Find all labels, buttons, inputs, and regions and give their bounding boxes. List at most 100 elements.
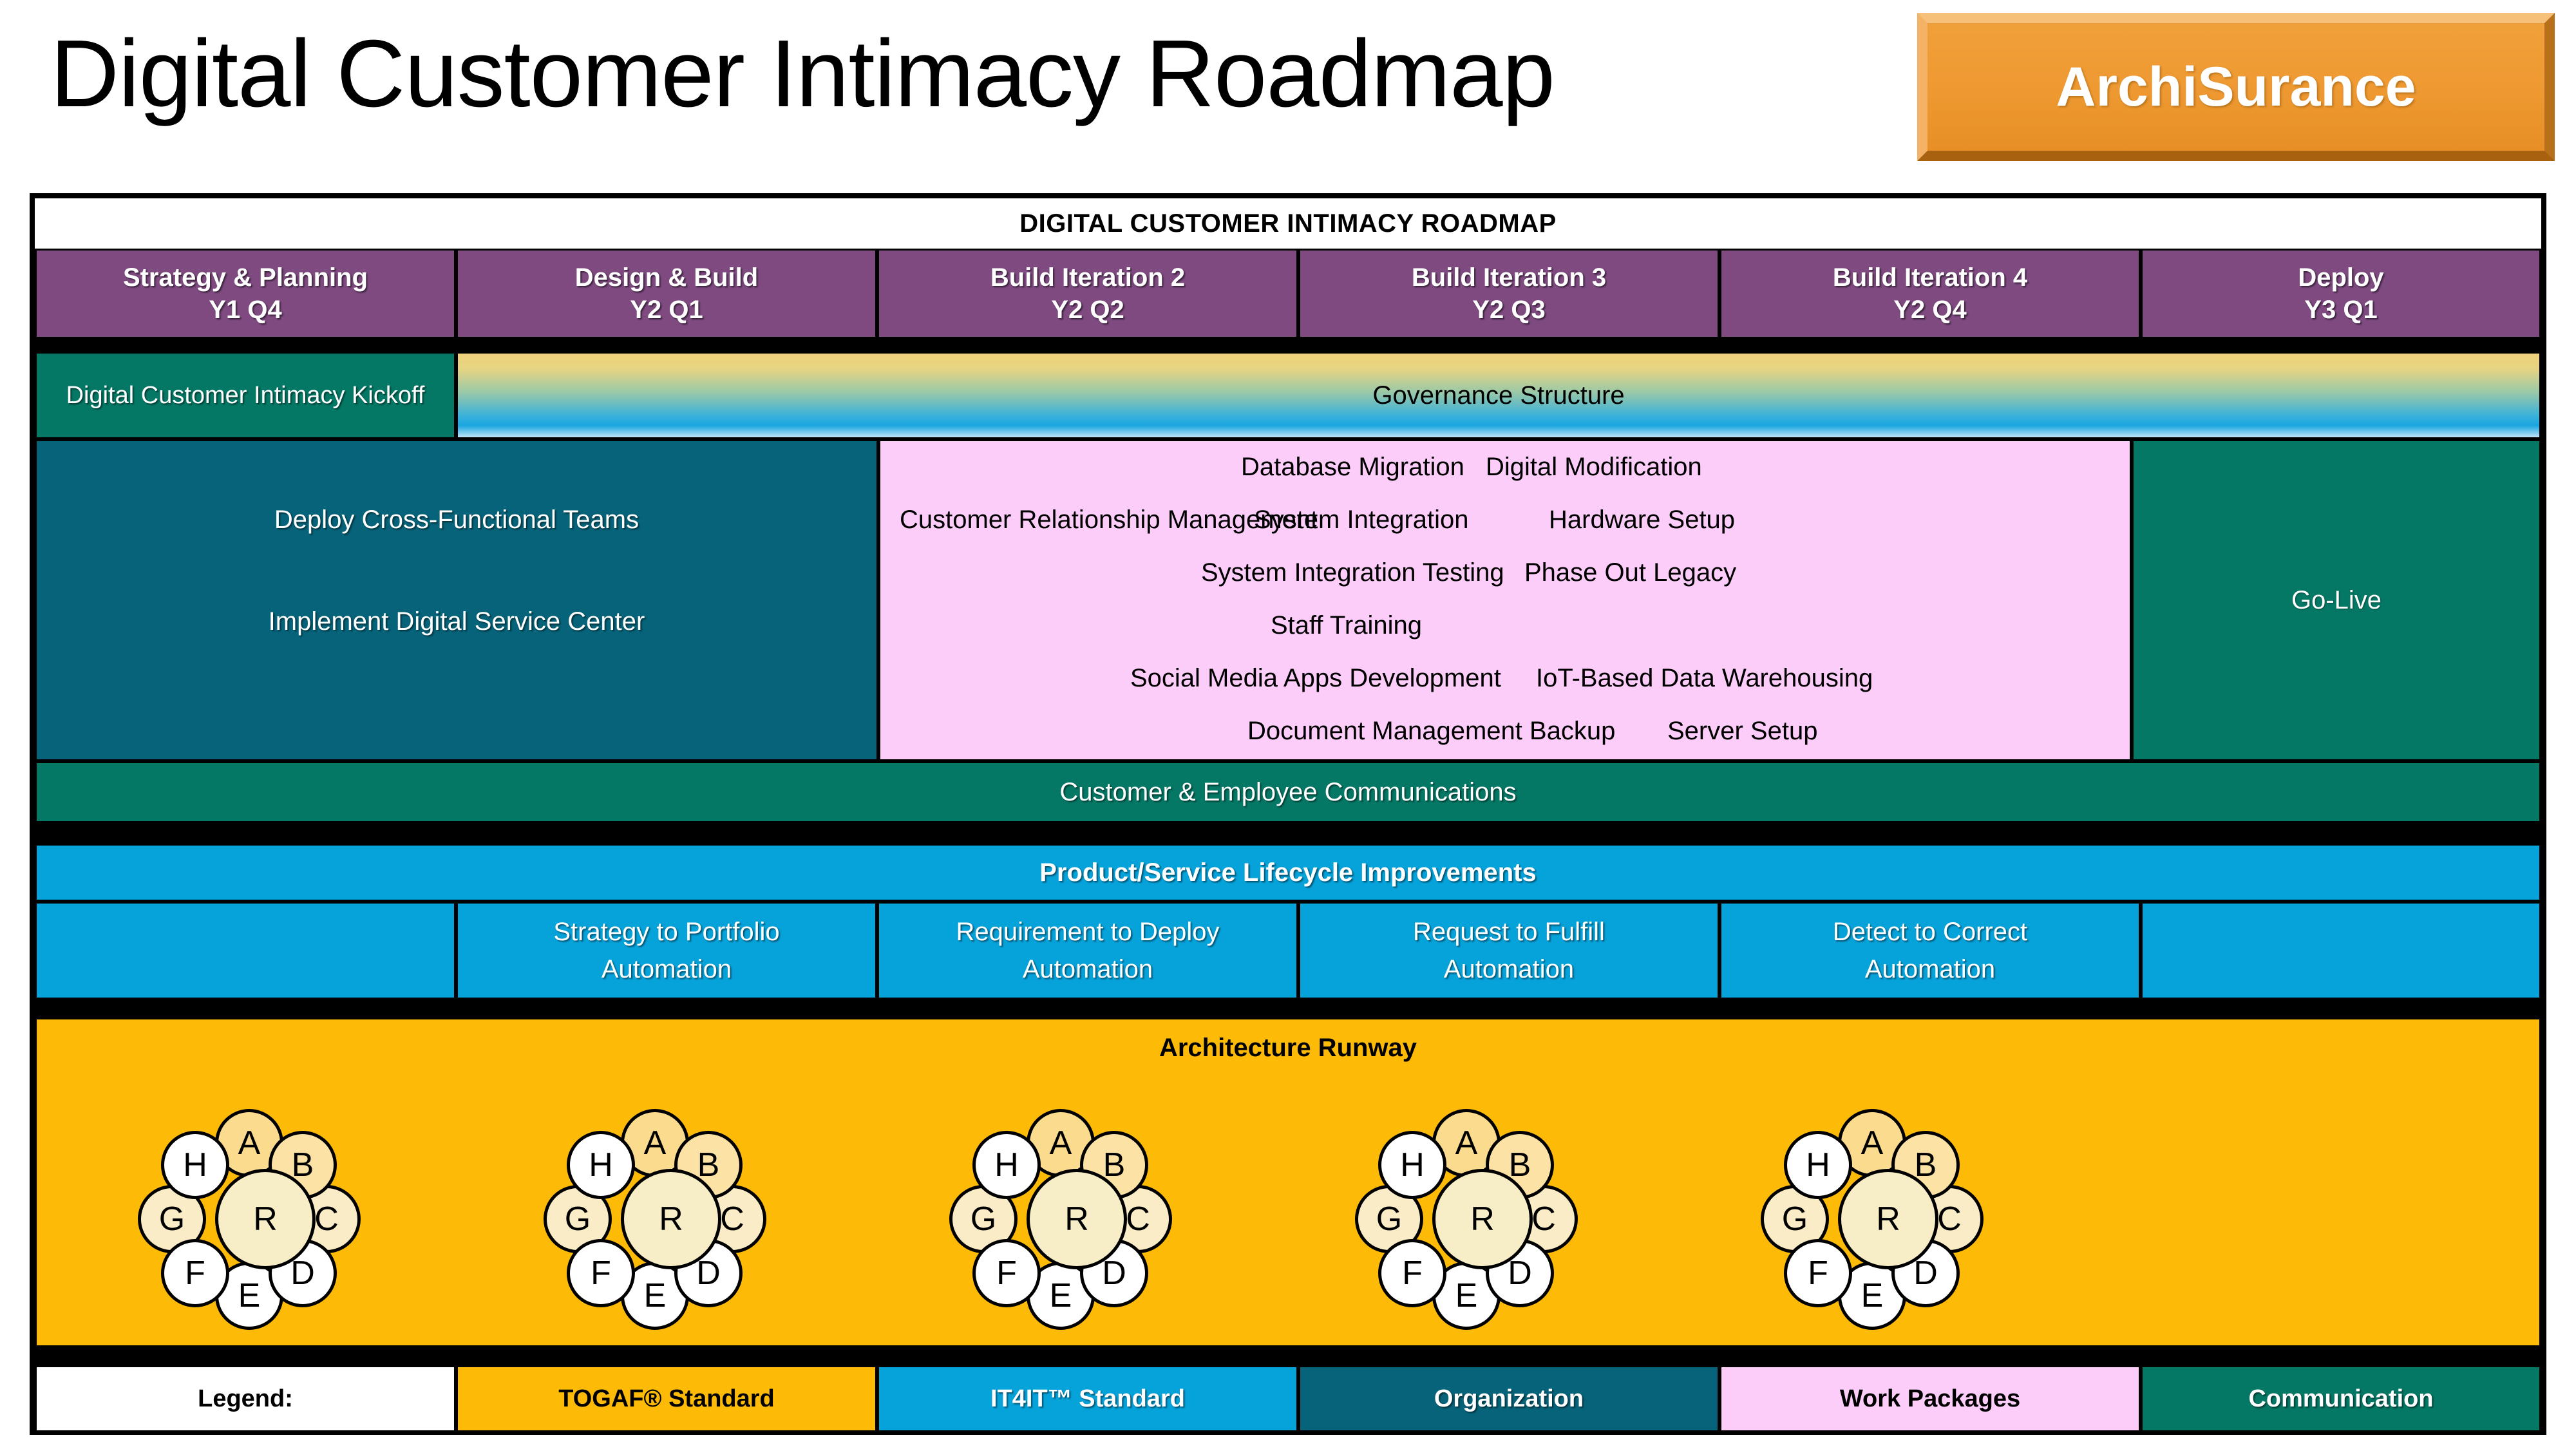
delivery-row: Deploy Cross-Functional Teams Implement … <box>35 439 2541 761</box>
roadmap-frame: DIGITAL CUSTOMER INTIMACY ROADMAP Strate… <box>30 193 2546 1435</box>
adm-cycle-5[interactable]: ABCDEFGHR <box>1761 1109 1994 1330</box>
adm-node-f[interactable]: F <box>972 1239 1041 1307</box>
it4it-cell-line1: Request to Fulfill <box>1413 918 1605 946</box>
divider-strip-4 <box>35 1347 2541 1365</box>
divider-strip-1 <box>35 339 2541 352</box>
divider-strip-3 <box>35 999 2541 1018</box>
work-packages-block[interactable]: Database Migration Digital Modification Cu… <box>878 439 2132 761</box>
it4it-cell-3[interactable]: Requirement to Deploy Automation <box>877 902 1298 999</box>
page-title: Digital Customer Intimacy Roadmap <box>50 21 1555 127</box>
organization-item-1: Deploy Cross-Functional Teams <box>274 506 639 534</box>
adm-node-f[interactable]: F <box>1378 1239 1446 1307</box>
adm-cycle-2[interactable]: ABCDEFGHR <box>544 1109 777 1330</box>
it4it-cell-line2: Automation <box>1864 955 1996 983</box>
legend-item-label: Communication <box>2248 1385 2434 1412</box>
work-package-item[interactable]: Phase Out Legacy <box>1524 558 1736 587</box>
adm-node-r[interactable]: R <box>1027 1169 1127 1269</box>
phase-name: Build Iteration 3 <box>1411 263 1607 292</box>
work-package-item[interactable]: Document Management Backup <box>1247 717 1615 746</box>
archisurance-logo: ArchiSurance <box>1917 13 2555 161</box>
work-package-item[interactable]: System Integration Testing <box>1201 558 1504 587</box>
legend-item-5[interactable]: Work Packages <box>1719 1365 2141 1432</box>
legend-item-label: Legend: <box>198 1385 293 1412</box>
it4it-row: Strategy to Portfolio Automation Requireme… <box>35 902 2541 999</box>
work-package-item[interactable]: IoT-Based Data Warehousing <box>1536 664 1873 693</box>
it4it-cell-line2: Automation <box>1443 955 1575 983</box>
adm-node-f[interactable]: F <box>1784 1239 1852 1307</box>
it4it-cell-1[interactable] <box>35 902 456 999</box>
it4it-cell-4[interactable]: Request to Fulfill Automation <box>1298 902 1719 999</box>
phase-cell-5[interactable]: Build Iteration 4 Y2 Q4 <box>1719 249 2141 339</box>
adm-cycle-4[interactable]: ABCDEFGHR <box>1355 1109 1589 1330</box>
phase-cell-4[interactable]: Build Iteration 3 Y2 Q3 <box>1298 249 1719 339</box>
legend-item-label: TOGAF® Standard <box>558 1385 775 1412</box>
work-package-item[interactable]: Hardware Setup <box>1549 506 1735 535</box>
adm-cycle-1[interactable]: ABCDEFGHR <box>138 1109 372 1330</box>
organization-item-2: Implement Digital Service Center <box>268 607 645 636</box>
work-package-item[interactable]: Social Media Apps Development <box>1130 664 1501 693</box>
adm-node-h[interactable]: H <box>567 1131 635 1199</box>
it4it-cell-line1: Detect to Correct <box>1832 918 2028 946</box>
it4it-cell-line2: Automation <box>601 955 732 983</box>
governance-structure-block[interactable]: Governance Structure <box>456 352 2541 439</box>
adm-node-r[interactable]: R <box>621 1169 721 1269</box>
phase-name: Strategy & Planning <box>122 263 368 292</box>
adm-cycle-3[interactable]: ABCDEFGHR <box>949 1109 1183 1330</box>
work-package-item[interactable]: System Integration <box>1254 506 1469 535</box>
work-package-item[interactable]: Staff Training <box>1271 611 1422 640</box>
it4it-cell-6[interactable] <box>2141 902 2541 999</box>
phase-period: Y2 Q3 <box>1472 296 1546 324</box>
adm-node-r[interactable]: R <box>1838 1169 1938 1269</box>
adm-node-h[interactable]: H <box>1378 1131 1446 1199</box>
adm-node-h[interactable]: H <box>161 1131 229 1199</box>
phase-cell-3[interactable]: Build Iteration 2 Y2 Q2 <box>877 249 1298 339</box>
phase-name: Deploy <box>2298 263 2384 292</box>
adm-node-r[interactable]: R <box>215 1169 316 1269</box>
work-package-item[interactable]: Database Migration <box>1241 453 1464 482</box>
divider-strip-2 <box>35 823 2541 844</box>
phase-period: Y2 Q2 <box>1051 296 1124 324</box>
phase-period: Y2 Q4 <box>1893 296 1967 324</box>
phase-period: Y3 Q1 <box>2304 296 2378 324</box>
phase-cell-1[interactable]: Strategy & Planning Y1 Q4 <box>35 249 456 339</box>
adm-node-r[interactable]: R <box>1432 1169 1533 1269</box>
organization-block[interactable]: Deploy Cross-Functional Teams Implement … <box>35 439 878 761</box>
legend-item-1[interactable]: Legend: <box>35 1365 456 1432</box>
governance-row: Digital Customer Intimacy Kickoff Govern… <box>35 352 2541 439</box>
legend-item-label: Work Packages <box>1839 1385 2021 1412</box>
roadmap-caption-row: DIGITAL CUSTOMER INTIMACY ROADMAP <box>35 198 2541 249</box>
kickoff-block[interactable]: Digital Customer Intimacy Kickoff <box>35 352 456 439</box>
legend-row: Legend: TOGAF® Standard IT4IT™ Standard Org… <box>35 1365 2541 1432</box>
phase-cell-6[interactable]: Deploy Y3 Q1 <box>2141 249 2541 339</box>
adm-node-h[interactable]: H <box>972 1131 1041 1199</box>
phase-cell-2[interactable]: Design & Build Y2 Q1 <box>456 249 877 339</box>
it4it-cell-2[interactable]: Strategy to Portfolio Automation <box>456 902 877 999</box>
legend-item-3[interactable]: IT4IT™ Standard <box>877 1365 1298 1432</box>
roadmap-caption: DIGITAL CUSTOMER INTIMACY ROADMAP <box>1019 209 1557 238</box>
legend-item-4[interactable]: Organization <box>1298 1365 1719 1432</box>
phase-name: Design & Build <box>574 263 759 292</box>
phase-period: Y1 Q4 <box>209 296 282 324</box>
it4it-cell-5[interactable]: Detect to Correct Automation <box>1719 902 2141 999</box>
work-package-item[interactable]: Server Setup <box>1667 717 1817 746</box>
it4it-cell-line2: Automation <box>1022 955 1153 983</box>
phase-name: Build Iteration 2 <box>990 263 1186 292</box>
runway-title: Architecture Runway <box>1159 1034 1417 1062</box>
phase-name: Build Iteration 4 <box>1832 263 2028 292</box>
it4it-header: Product/Service Lifecycle Improvements <box>35 844 2541 902</box>
it4it-cell-line1: Requirement to Deploy <box>956 918 1220 946</box>
adm-node-f[interactable]: F <box>567 1239 635 1307</box>
adm-node-h[interactable]: H <box>1784 1131 1852 1199</box>
roadmap-page: Digital Customer Intimacy Roadmap ArchiS… <box>0 0 2576 1449</box>
legend-item-label: Organization <box>1434 1385 1584 1412</box>
legend-item-6[interactable]: Communication <box>2141 1365 2541 1432</box>
go-live-block[interactable]: Go-Live <box>2132 439 2541 761</box>
communications-band[interactable]: Customer & Employee Communications <box>35 761 2541 823</box>
work-package-item[interactable]: Digital Modification <box>1486 453 1702 482</box>
legend-item-label: IT4IT™ Standard <box>990 1385 1185 1412</box>
adm-node-f[interactable]: F <box>161 1239 229 1307</box>
phase-header-row: Strategy & Planning Y1 Q4 Design & Build Y2… <box>35 249 2541 339</box>
it4it-cell-line1: Strategy to Portfolio <box>553 918 780 946</box>
architecture-runway: Architecture Runway ABCDEFGHR ABCDEFGHR AB… <box>35 1018 2541 1347</box>
legend-item-2[interactable]: TOGAF® Standard <box>456 1365 877 1432</box>
